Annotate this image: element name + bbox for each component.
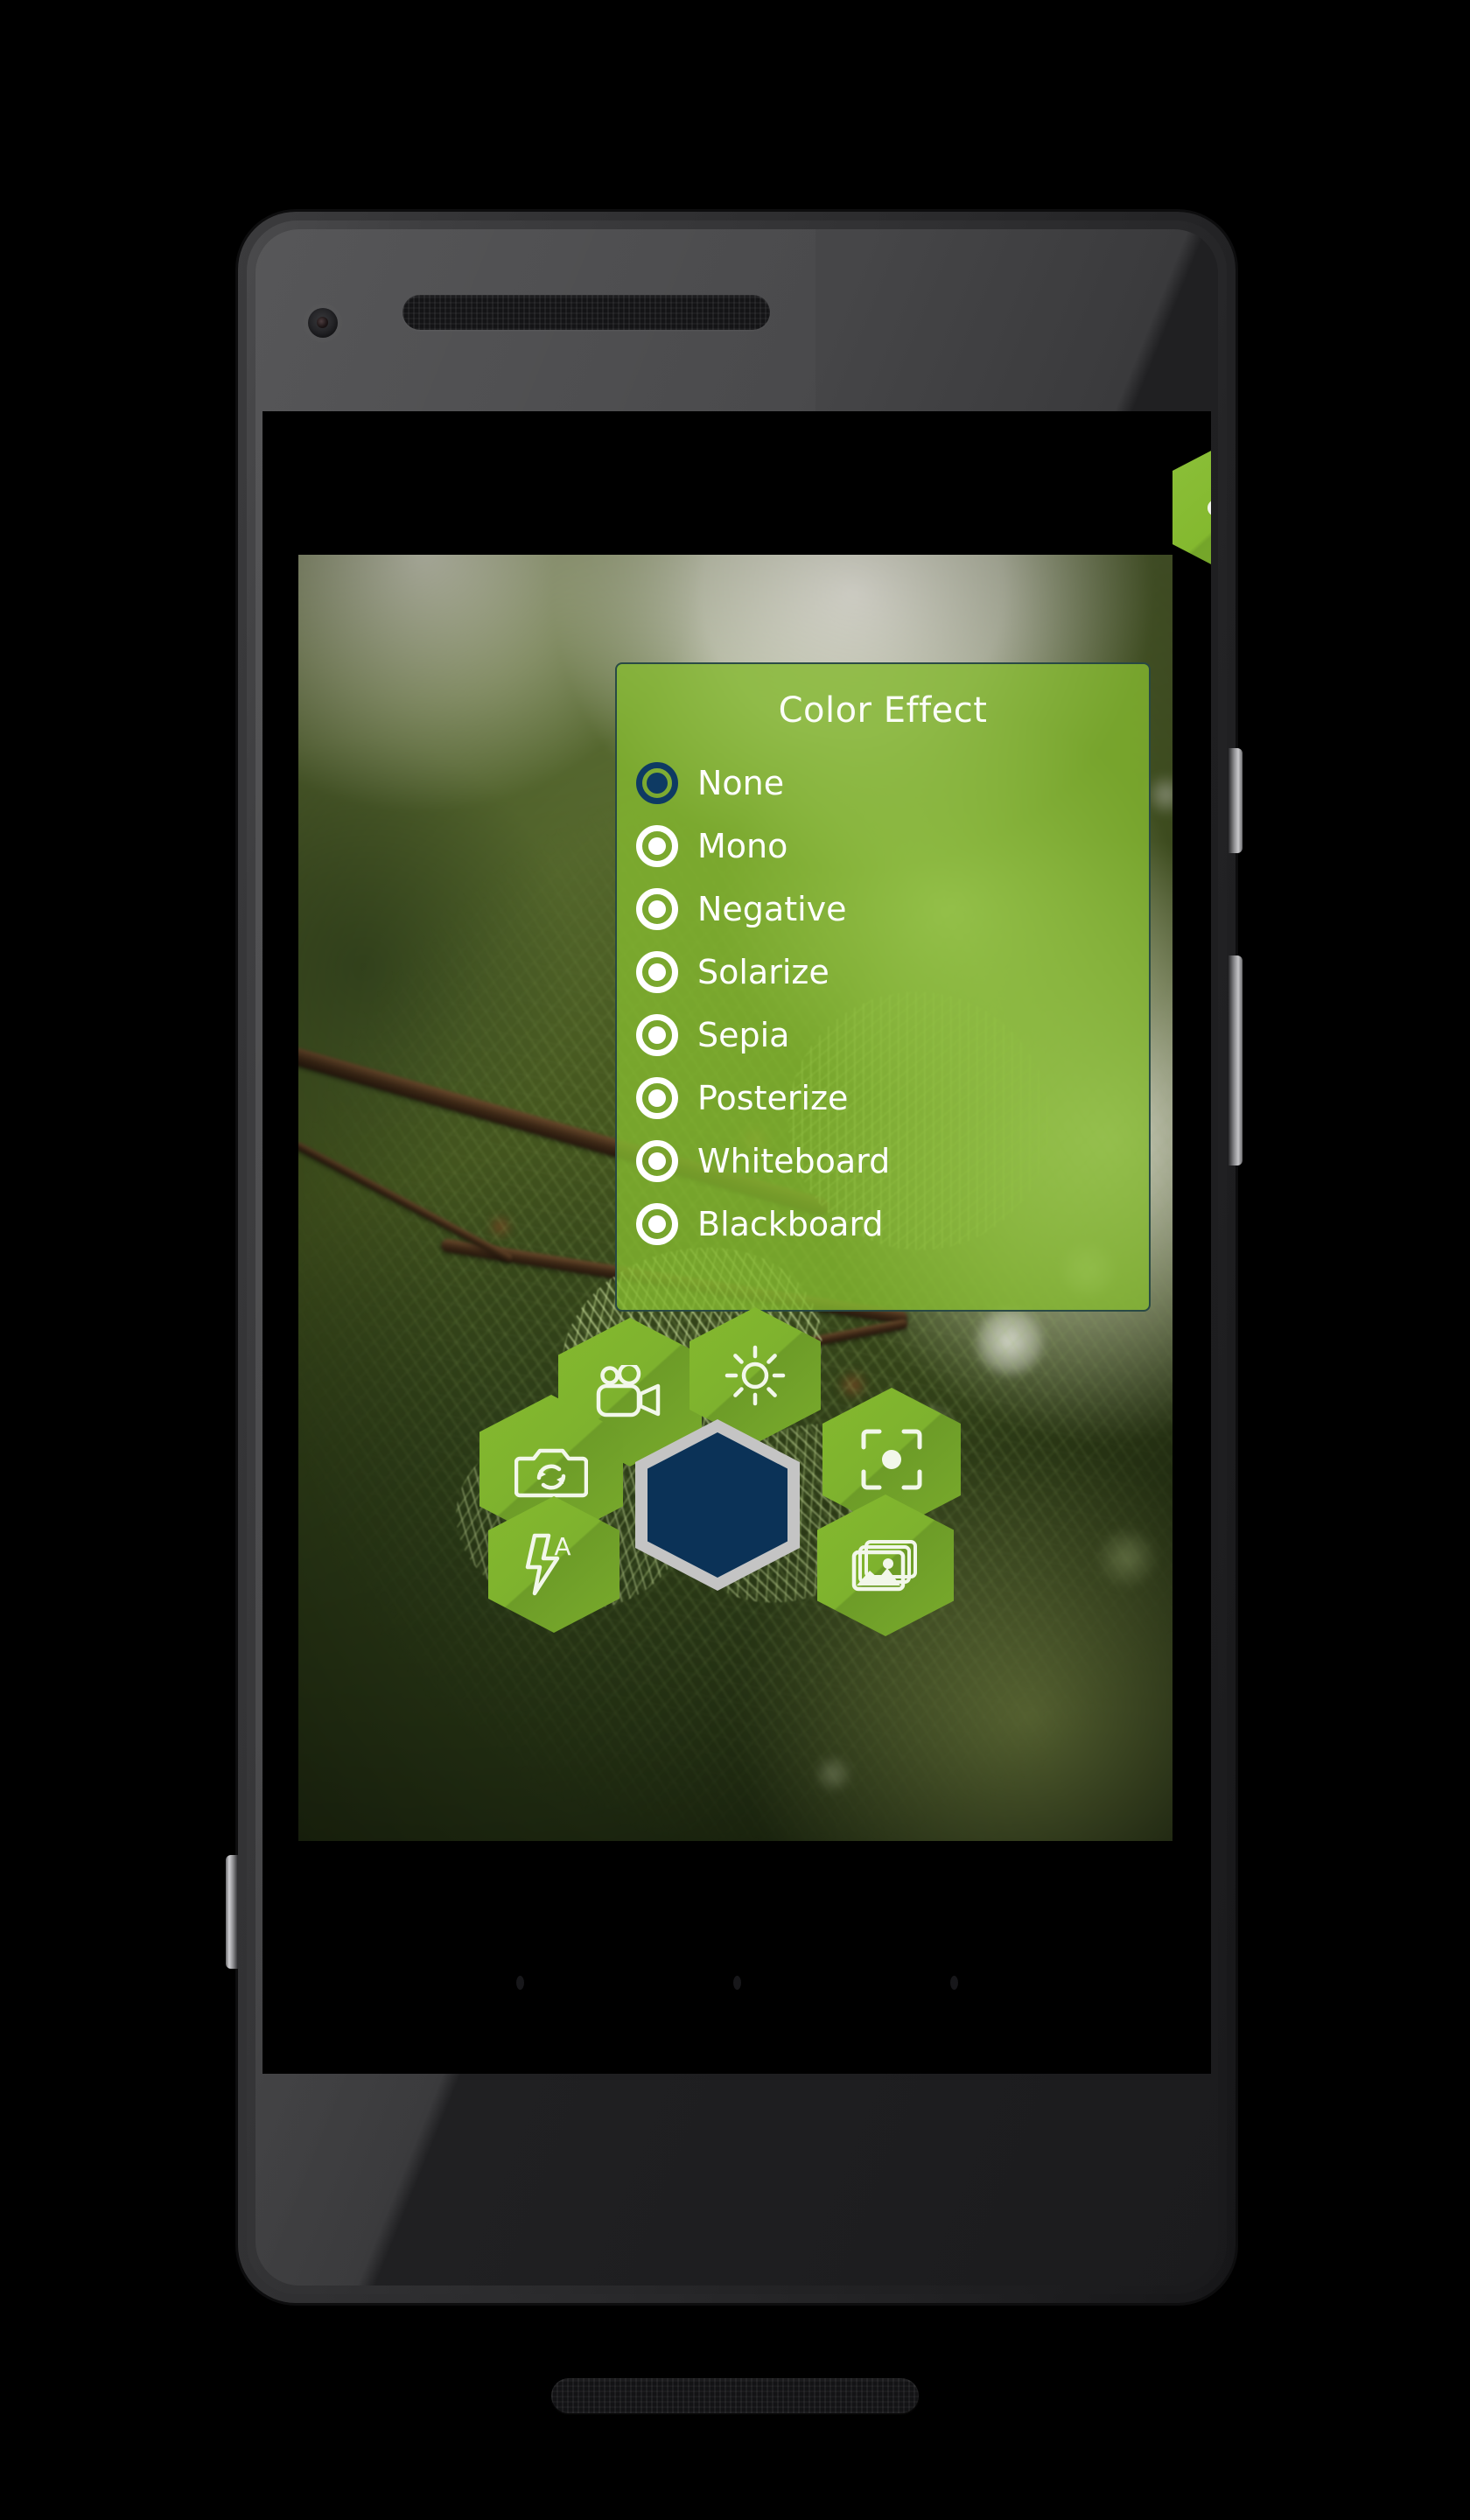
overflow-menu-button[interactable] xyxy=(1172,434,1211,581)
option-label: Posterize xyxy=(697,1079,849,1117)
option-label: Sepia xyxy=(697,1016,790,1054)
option-blackboard[interactable]: Blackboard xyxy=(636,1193,1149,1256)
option-none[interactable]: None xyxy=(636,752,1149,815)
option-label: Solarize xyxy=(697,953,830,991)
option-label: Negative xyxy=(697,890,847,928)
radio-button-icon[interactable] xyxy=(636,1203,678,1245)
option-label: Mono xyxy=(697,827,788,865)
earpiece-speaker xyxy=(402,295,770,330)
option-label: None xyxy=(697,764,785,802)
photo-stack-icon xyxy=(851,1540,917,1592)
flash-auto-icon: A xyxy=(525,1532,571,1596)
app-screen: Color Effect None Mono Negative Solarize xyxy=(262,411,1211,2074)
option-sepia[interactable]: Sepia xyxy=(636,1004,1149,1067)
camera-switch-icon xyxy=(514,1448,588,1498)
nav-back-dot[interactable] xyxy=(515,1976,524,1990)
color-effect-option-list: None Mono Negative Solarize Sepia Poster… xyxy=(617,752,1149,1256)
option-posterize[interactable]: Posterize xyxy=(636,1067,1149,1130)
left-side-button[interactable] xyxy=(226,1855,238,1969)
option-whiteboard[interactable]: Whiteboard xyxy=(636,1130,1149,1193)
radio-button-icon[interactable] xyxy=(636,1077,678,1119)
power-button[interactable] xyxy=(1228,748,1242,853)
video-camera-icon xyxy=(596,1365,661,1418)
radio-button-icon[interactable] xyxy=(636,1140,678,1182)
front-camera-icon xyxy=(308,308,338,338)
radio-button-icon[interactable] xyxy=(636,888,678,930)
radio-button-icon[interactable] xyxy=(636,762,678,804)
nav-home-dot[interactable] xyxy=(732,1976,741,1990)
color-effect-dialog[interactable]: Color Effect None Mono Negative Solarize xyxy=(615,662,1151,1312)
navigation-bar xyxy=(262,1965,1211,2000)
dialog-title: Color Effect xyxy=(778,690,988,731)
option-label: Blackboard xyxy=(697,1205,884,1243)
screenshot-root: Color Effect None Mono Negative Solarize xyxy=(0,0,1470,2520)
option-solarize[interactable]: Solarize xyxy=(636,941,1149,1004)
bottom-speaker xyxy=(551,2378,919,2413)
three-dots-icon xyxy=(1207,499,1211,516)
radio-button-icon[interactable] xyxy=(636,951,678,993)
shutter-hexagon-icon xyxy=(648,1432,788,1578)
radio-button-icon[interactable] xyxy=(636,1014,678,1056)
option-negative[interactable]: Negative xyxy=(636,878,1149,941)
nav-recents-dot[interactable] xyxy=(949,1976,958,1990)
radio-button-icon[interactable] xyxy=(636,825,678,867)
brightness-sun-icon xyxy=(724,1345,786,1406)
focus-target-icon xyxy=(861,1429,922,1490)
option-label: Whiteboard xyxy=(697,1142,891,1180)
volume-button[interactable] xyxy=(1228,956,1242,1166)
option-mono[interactable]: Mono xyxy=(636,815,1149,878)
svg-text:A: A xyxy=(554,1532,570,1561)
